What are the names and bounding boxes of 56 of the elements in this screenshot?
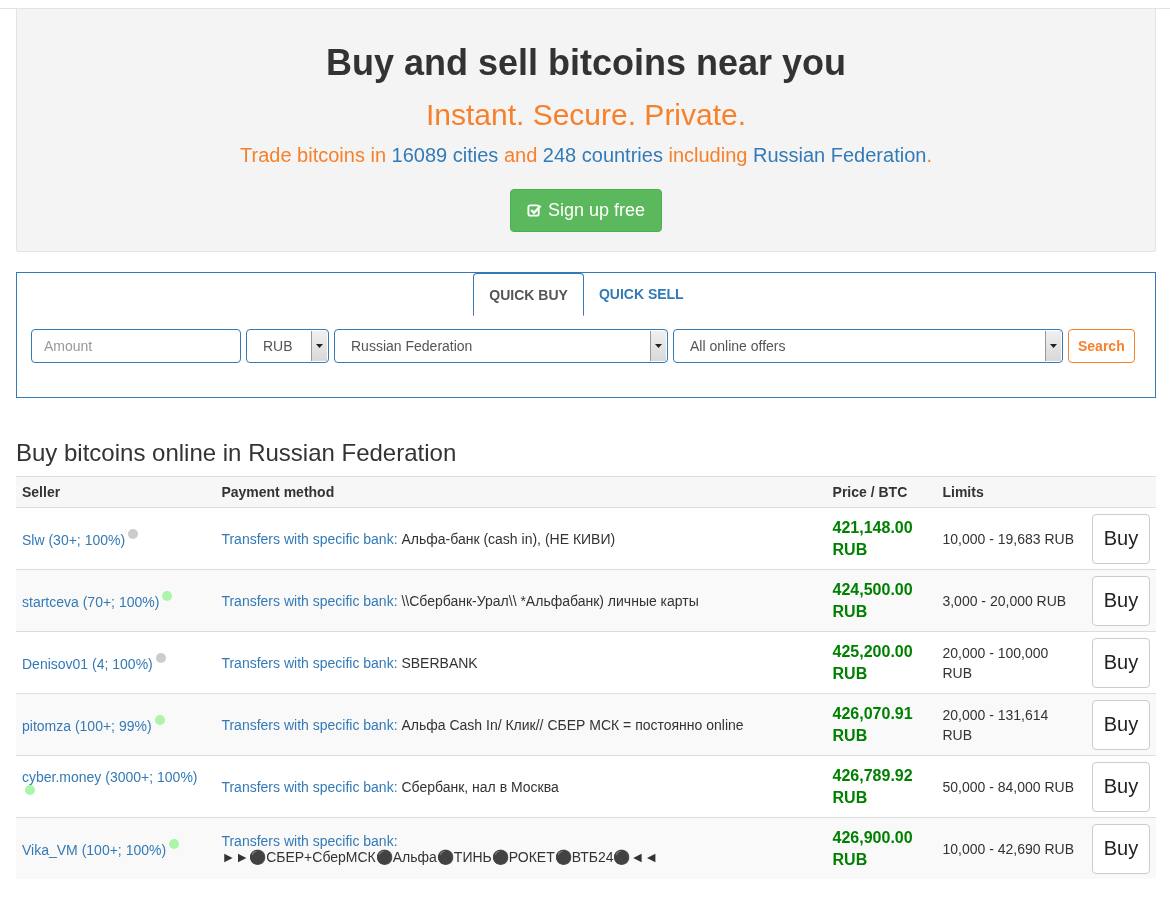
price-text: 425,200.00 RUB: [832, 641, 914, 684]
limits-text: 3,000 - 20,000 RUB: [942, 592, 1067, 609]
price-text: 424,500.00 RUB: [832, 579, 914, 622]
buy-button[interactable]: Buy: [1091, 823, 1150, 874]
seller-link[interactable]: pitomza (100+; 99%): [22, 718, 152, 734]
buy-button[interactable]: Buy: [1091, 761, 1150, 812]
limits-text: 50,000 - 84,000 RUB: [942, 778, 1074, 795]
limits-text: 20,000 - 100,000 RUB: [942, 644, 1049, 681]
payment-method-link[interactable]: Transfers with specific bank:: [221, 832, 398, 849]
dropdown-arrow-icon: [1050, 344, 1057, 348]
limits-text: 10,000 - 19,683 RUB: [942, 530, 1074, 547]
payment-method-link[interactable]: Transfers with specific bank:: [221, 592, 398, 609]
seller-link[interactable]: Vika_VM (100+; 100%): [22, 842, 167, 858]
dropdown-arrow-icon: [316, 344, 323, 348]
payment-method-link[interactable]: Transfers with specific bank:: [221, 530, 398, 547]
payment-details: \\Сбербанк-Урал\\ *Альфабанк) личные карты: [401, 592, 699, 609]
payment-details: ►►⚫СБЕР+СберМСК⚫Альфа⚫ТИНЬ⚫РОКЕТ⚫ВТБ24⚫◄◄: [221, 848, 659, 865]
payment-method-link[interactable]: Transfers with specific bank:: [221, 654, 398, 671]
seller-link[interactable]: startceva (70+; 100%): [22, 594, 160, 610]
dropdown-arrow-icon: [655, 344, 662, 348]
buy-button[interactable]: Buy: [1091, 637, 1150, 688]
section-title: Buy bitcoins online in Russian Federation: [16, 438, 458, 468]
buy-button[interactable]: Buy: [1091, 575, 1150, 626]
column-header: Price / BTC: [826, 476, 937, 508]
payment-details: Альфа Cash In/ Клик// СБЕР МСК = постоянно online: [401, 716, 744, 733]
payment-method-link[interactable]: Transfers with specific bank:: [221, 778, 398, 795]
payment-details: Альфа-банк (cash in), (НЕ КИВИ): [401, 530, 616, 547]
price-text: 426,070.91 RUB: [832, 703, 914, 746]
tagline: Trade bitcoins in 16089 cities and 248 countries including Russian Federation.: [239, 143, 933, 168]
seller-link[interactable]: Slw (30+; 100%): [22, 532, 126, 548]
tab[interactable]: QUICK BUY: [473, 273, 584, 316]
payment-details: Сбербанк, нал в Москва: [401, 778, 559, 795]
amount-field[interactable]: Amount: [31, 329, 241, 363]
column-header: Seller: [16, 476, 216, 508]
limits-text: 10,000 - 42,690 RUB: [942, 840, 1074, 857]
hero-title: Buy and sell bitcoins near you: [324, 41, 848, 85]
checkbox-icon: [526, 203, 542, 218]
offer-type-select[interactable]: All online offers: [673, 329, 1063, 363]
seller-link[interactable]: cyber.money (3000+; 100%): [22, 769, 198, 785]
buy-button[interactable]: Buy: [1091, 699, 1150, 750]
price-text: 421,148.00 RUB: [832, 517, 914, 560]
column-header: Payment method: [215, 476, 827, 508]
payment-method-link[interactable]: Transfers with specific bank:: [221, 716, 398, 733]
payment-details: SBERBANK: [401, 654, 478, 671]
seller-link[interactable]: Denisov01 (4; 100%): [22, 656, 153, 672]
limits-text: 20,000 - 131,614 RUB: [942, 706, 1049, 743]
tab[interactable]: QUICK SELL: [583, 273, 699, 314]
price-text: 426,900.00 RUB: [832, 827, 914, 870]
signup-button[interactable]: Sign up free: [509, 189, 663, 232]
column-header: Limits: [936, 476, 1086, 508]
buy-button[interactable]: Buy: [1091, 513, 1150, 564]
country-select[interactable]: Russian Federation: [334, 329, 668, 363]
currency-select[interactable]: RUB: [246, 329, 329, 363]
price-text: 426,789.92 RUB: [832, 765, 914, 808]
search-button[interactable]: Search: [1068, 329, 1135, 363]
hero-subtitle: Instant. Secure. Private.: [424, 97, 748, 133]
